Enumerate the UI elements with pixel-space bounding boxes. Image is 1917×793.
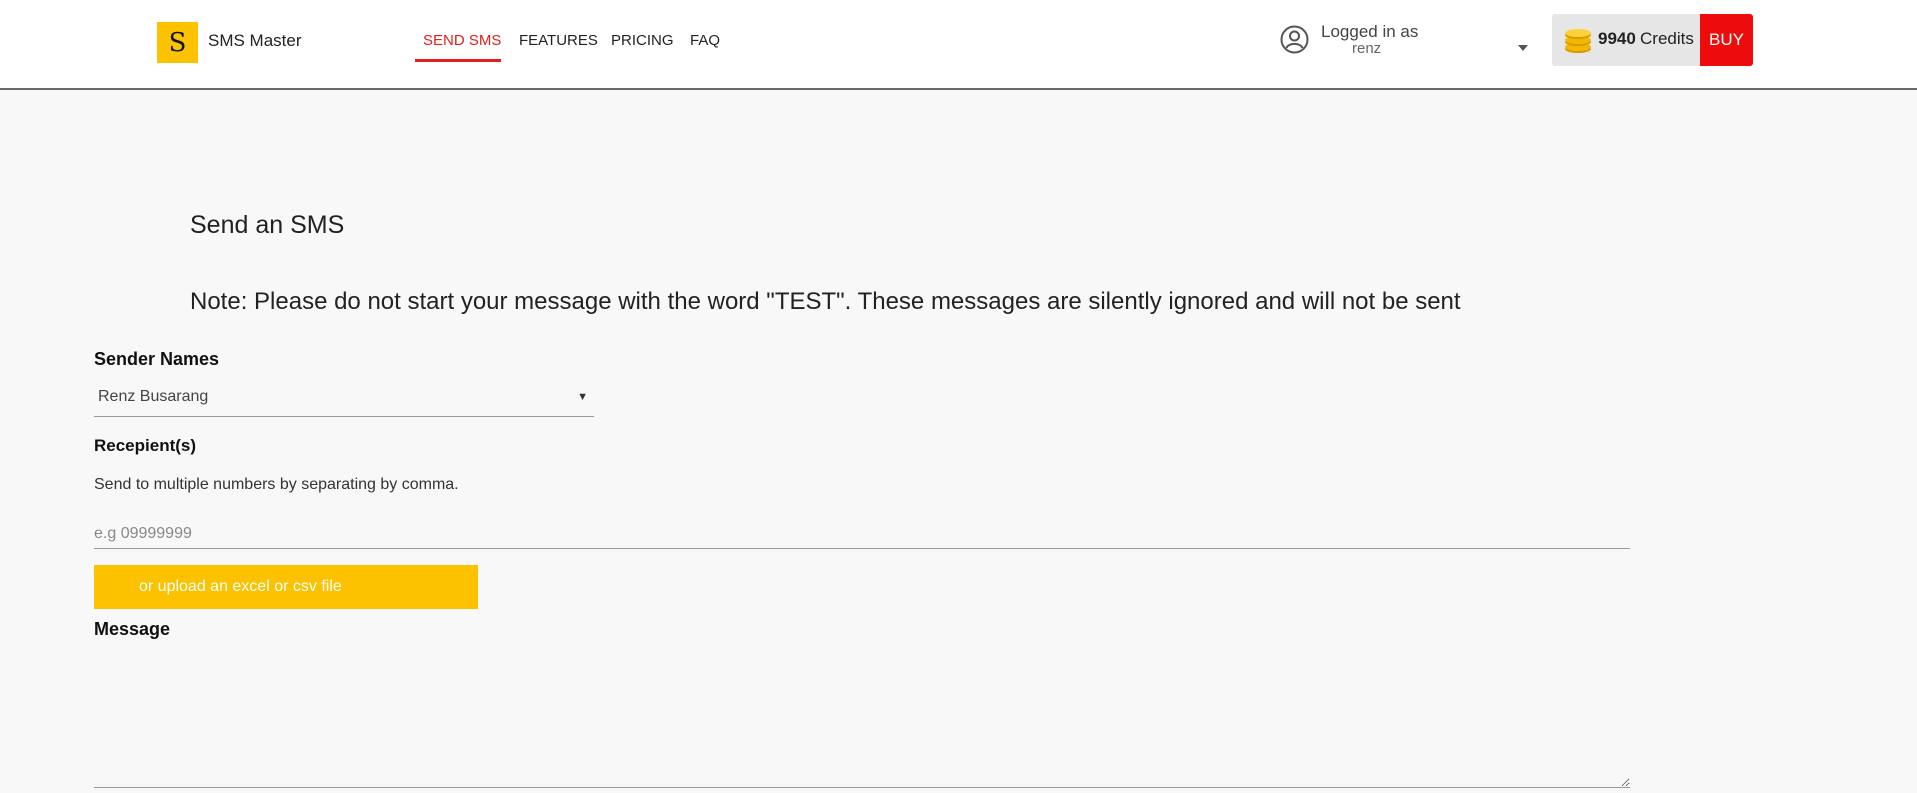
page-title: Send an SMS [190, 211, 345, 239]
upload-file-button[interactable]: or upload an excel or csv file [94, 565, 478, 609]
logo-icon[interactable]: S [157, 22, 198, 63]
sender-names-label: Sender Names [94, 349, 220, 369]
brand-name[interactable]: SMS Master [208, 31, 302, 51]
buy-button[interactable]: BUY [1700, 14, 1753, 66]
coins-icon [1565, 29, 1591, 53]
logged-in-label: Logged in as [1321, 22, 1419, 41]
message-label: Message [94, 619, 171, 639]
sender-name-select[interactable]: Renz Busarang ▼ [94, 383, 594, 417]
message-textarea[interactable] [94, 648, 1630, 788]
nav-faq[interactable]: FAQ [690, 32, 720, 49]
nav-features[interactable]: FEATURES [519, 32, 598, 49]
username: renz [1352, 40, 1382, 57]
sender-selected-value: Renz Busarang [98, 388, 209, 405]
credits-amount: 9940 [1598, 29, 1636, 48]
user-avatar-icon[interactable] [1280, 25, 1309, 54]
test-warning-note: Note: Please do not start your message w… [190, 288, 1461, 315]
nav-active-indicator [415, 59, 501, 62]
nav-send-sms[interactable]: SEND SMS [423, 32, 501, 49]
recipients-input[interactable] [94, 519, 1630, 549]
user-menu-chevron-down-icon[interactable] [1518, 45, 1528, 51]
recipients-helper-text: Send to multiple numbers by separating b… [94, 476, 459, 493]
recipients-label: Recepient(s) [94, 436, 197, 455]
nav-pricing[interactable]: PRICING [611, 32, 674, 49]
chevron-down-icon: ▼ [577, 391, 588, 403]
navbar: S SMS Master SEND SMS FEATURES PRICING F… [0, 0, 1917, 90]
credits-label: Credits [1640, 29, 1694, 48]
